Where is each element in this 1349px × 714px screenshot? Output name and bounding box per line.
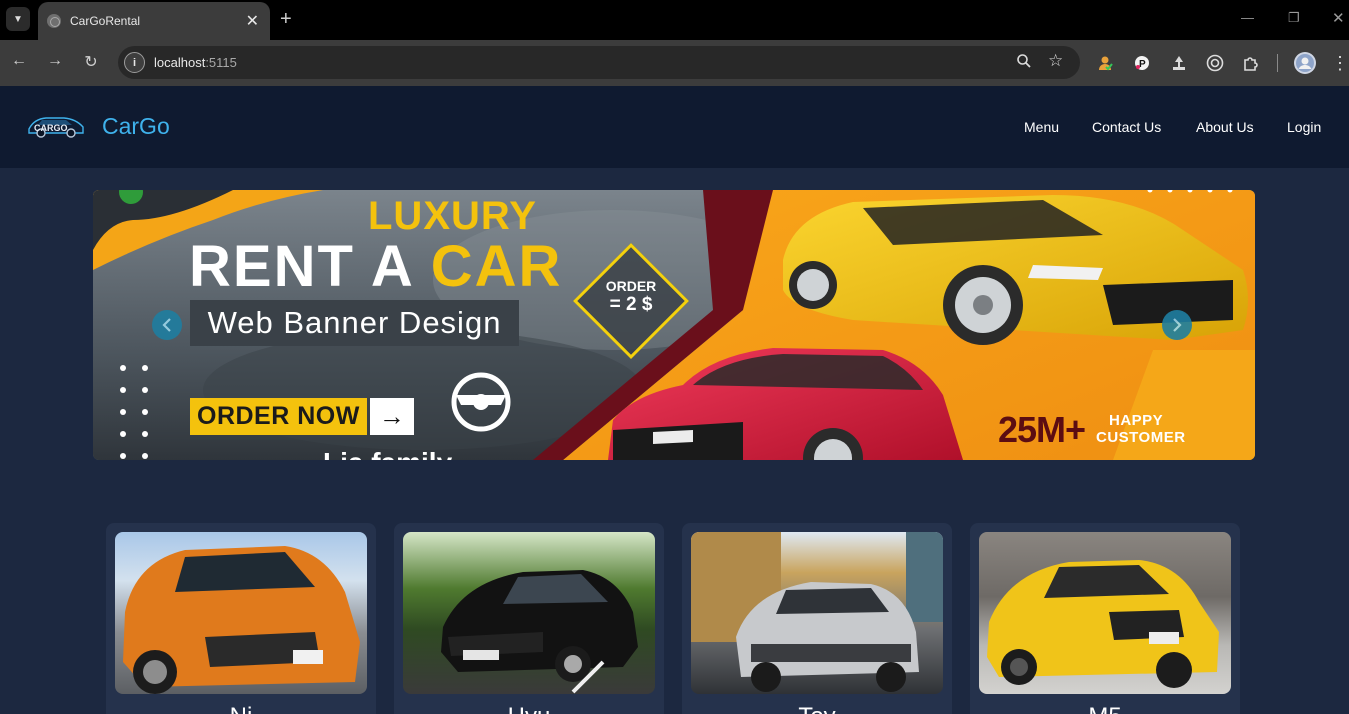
- car-name: M5: [970, 703, 1240, 714]
- car-photo[interactable]: [979, 532, 1231, 694]
- site-info-icon[interactable]: i: [124, 52, 145, 73]
- url-host: localhost: [154, 55, 206, 70]
- browser-toolbar: ← → ↻ i localhost:5115 ☆ P ⋮: [0, 40, 1349, 86]
- close-tab-icon[interactable]: ✕: [246, 11, 259, 31]
- zoom-icon[interactable]: [1016, 53, 1032, 73]
- close-window-icon[interactable]: ✕: [1332, 9, 1345, 27]
- car-name: Toy: [682, 703, 952, 714]
- chevron-right-icon: [1173, 318, 1182, 332]
- svg-text:P: P: [1139, 59, 1146, 70]
- tab-title: CarGoRental: [70, 14, 141, 28]
- nav-menu-link[interactable]: Menu: [1024, 119, 1059, 135]
- browser-tab[interactable]: CarGoRental ✕: [38, 2, 270, 40]
- banner-order-now: ORDER NOW →: [190, 398, 414, 435]
- car-name: Hyu: [394, 703, 664, 714]
- nav-login-link[interactable]: Login: [1287, 119, 1321, 135]
- url-text: localhost:5115: [154, 55, 237, 70]
- banner-happy: HAPPY: [1109, 412, 1164, 429]
- restore-icon[interactable]: ❐: [1288, 10, 1300, 26]
- extension-profile-icon[interactable]: [1096, 54, 1114, 72]
- cargo-logo[interactable]: CARGO: [26, 113, 86, 139]
- car-photo[interactable]: [691, 532, 943, 694]
- globe-icon: [47, 14, 61, 28]
- reload-icon[interactable]: ↻: [80, 52, 102, 72]
- carousel-prev-button[interactable]: [152, 310, 182, 340]
- logo-text: CARGO: [34, 123, 68, 133]
- back-icon[interactable]: ←: [8, 52, 30, 70]
- banner-customer-count: 25M+: [998, 409, 1086, 450]
- cargo-app: CARGO CarGo Menu Contact Us About Us Log…: [0, 86, 1349, 714]
- car-card[interactable]: M5: [970, 523, 1240, 714]
- carousel-next-button[interactable]: [1162, 310, 1192, 340]
- banner-rent-part: RENT A: [189, 234, 431, 299]
- car-card[interactable]: Ni: [106, 523, 376, 714]
- banner-order-label: ORDER NOW: [190, 398, 367, 435]
- extension-target-icon[interactable]: [1206, 54, 1224, 72]
- car-photo[interactable]: [115, 532, 367, 694]
- tab-list-button[interactable]: ▼: [6, 7, 30, 31]
- browser-tab-bar: ▼ CarGoRental ✕ + — ❐ ✕: [0, 0, 1349, 40]
- extension-p-icon[interactable]: P: [1133, 54, 1151, 72]
- banner-car-part: CAR: [430, 234, 563, 299]
- banner-customer: CUSTOMER: [1096, 429, 1186, 446]
- banner-diamond-text: ORDER = 2 $: [589, 278, 673, 316]
- car-name: Ni: [106, 703, 376, 714]
- browser-menu-icon[interactable]: ⋮: [1331, 53, 1349, 73]
- banner-diamond-line1: ORDER: [605, 278, 657, 294]
- chevron-left-icon: [162, 318, 171, 332]
- address-bar[interactable]: i localhost:5115 ☆: [118, 46, 1080, 79]
- banner-web-design-text: Web Banner Design: [190, 300, 519, 346]
- nav-contact-link[interactable]: Contact Us: [1092, 119, 1161, 135]
- arrow-right-icon: →: [369, 398, 414, 435]
- toolbar-divider: [1277, 54, 1278, 72]
- extensions-puzzle-icon[interactable]: [1242, 54, 1260, 72]
- new-tab-button[interactable]: +: [280, 8, 292, 30]
- hero-carousel: LUXURY RENT A CAR Web Banner Design ORDE…: [93, 190, 1255, 460]
- banner-bottom-text: Lia family: [323, 447, 452, 460]
- forward-icon[interactable]: →: [44, 52, 66, 70]
- banner-diamond-line2: = 2 $: [609, 294, 653, 315]
- url-port: :5115: [205, 55, 237, 70]
- banner-rent-text: RENT A CAR: [189, 233, 562, 300]
- nav-about-link[interactable]: About Us: [1196, 119, 1254, 135]
- minimize-icon[interactable]: —: [1241, 10, 1254, 25]
- car-card[interactable]: Hyu: [394, 523, 664, 714]
- navbar: CARGO CarGo Menu Contact Us About Us Log…: [0, 86, 1349, 168]
- extension-download-icon[interactable]: [1170, 54, 1188, 72]
- profile-avatar-icon[interactable]: [1294, 52, 1316, 74]
- banner-happy-customer: HAPPY CUSTOMER: [1096, 412, 1186, 446]
- bookmark-star-icon[interactable]: ☆: [1048, 51, 1063, 71]
- brand-name[interactable]: CarGo: [102, 113, 170, 140]
- car-card[interactable]: Toy: [682, 523, 952, 714]
- car-photo[interactable]: [403, 532, 655, 694]
